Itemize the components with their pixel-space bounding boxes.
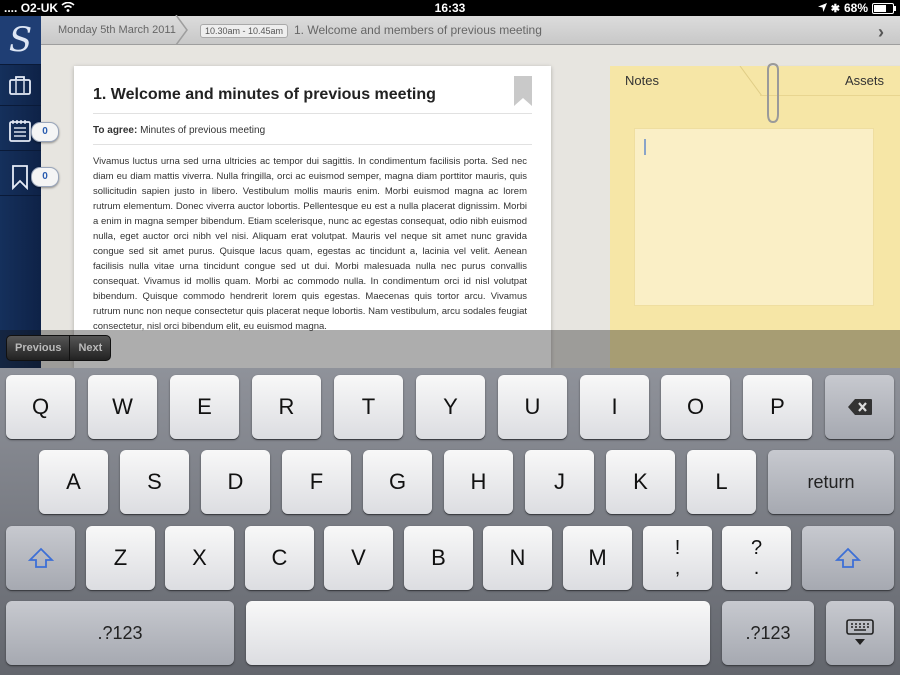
numbers-key-right[interactable]: .?123: [722, 601, 814, 665]
next-button[interactable]: Next: [70, 336, 110, 360]
key-h[interactable]: H: [444, 450, 513, 514]
location-icon: [817, 1, 827, 15]
space-key[interactable]: [246, 601, 710, 665]
key-top-glyph: ?: [750, 537, 763, 559]
key-b[interactable]: B: [404, 526, 473, 590]
key-question-period[interactable]: ?.: [722, 526, 791, 590]
backspace-icon: [847, 399, 872, 415]
key-s[interactable]: S: [120, 450, 189, 514]
sidebar-item-briefcase[interactable]: [0, 65, 41, 106]
key-r[interactable]: R: [252, 375, 321, 439]
key-n[interactable]: N: [483, 526, 552, 590]
next-item-chevron-icon[interactable]: ›: [878, 22, 884, 43]
key-k[interactable]: K: [606, 450, 675, 514]
agenda-count-badge: 0: [31, 122, 59, 142]
key-d[interactable]: D: [201, 450, 270, 514]
text-cursor: [644, 139, 646, 155]
sidebar: S: [0, 16, 41, 368]
notes-textarea[interactable]: [634, 128, 874, 306]
key-y[interactable]: Y: [416, 375, 485, 439]
battery-fill: [874, 4, 887, 12]
numbers-key-label: .?123: [745, 622, 791, 643]
document-body: Vivamus luctus urna sed urna ultricies a…: [93, 156, 527, 332]
keyboard-dismiss-icon: [846, 619, 874, 645]
agree-label: To agree:: [93, 125, 138, 136]
key-p[interactable]: P: [743, 375, 812, 439]
battery-icon: [872, 2, 896, 14]
key-a[interactable]: A: [39, 450, 108, 514]
document-title: 1. Welcome and minutes of previous meeti…: [93, 86, 436, 103]
status-bar: .... O2-UK 16:33 ✱ 68%: [0, 0, 900, 16]
key-w[interactable]: W: [88, 375, 157, 439]
key-f[interactable]: F: [282, 450, 351, 514]
key-bottom-glyph: ,: [674, 557, 681, 579]
key-u[interactable]: U: [498, 375, 567, 439]
bookmark-icon: [12, 165, 28, 190]
divider: [93, 113, 532, 114]
time-range-badge: 10.30am - 10.45am: [200, 24, 289, 38]
notes-tab[interactable]: Notes: [625, 73, 659, 88]
numbers-key-label: .?123: [97, 622, 143, 643]
agenda-document: 1. Welcome and minutes of previous meeti…: [74, 66, 551, 368]
return-key[interactable]: return: [768, 450, 894, 514]
agree-text: Minutes of previous meeting: [140, 125, 266, 136]
app-logo: S: [0, 16, 41, 65]
agenda-item-title: 1. Welcome and members of previous meeti…: [294, 23, 542, 37]
key-v[interactable]: V: [324, 526, 393, 590]
backspace-key[interactable]: [825, 375, 894, 439]
form-navigation: Previous Next: [6, 335, 112, 361]
notes-panel: Notes Assets: [610, 62, 900, 368]
agree-line: To agree: Minutes of previous meeting: [93, 125, 265, 136]
key-m[interactable]: M: [563, 526, 632, 590]
key-top-glyph: !: [674, 537, 681, 559]
breadcrumb-separator-icon: [175, 15, 188, 45]
assets-tab-label[interactable]: Assets: [845, 73, 884, 88]
key-t[interactable]: T: [334, 375, 403, 439]
breadcrumb-bar: Monday 5th March 2011 10.30am - 10.45am …: [41, 15, 900, 45]
keyboard-dim-overlay: [0, 330, 900, 368]
shift-key-left[interactable]: [6, 526, 75, 590]
return-key-label: return: [807, 471, 855, 492]
briefcase-icon: [9, 76, 31, 95]
divider: [93, 144, 532, 145]
key-z[interactable]: Z: [86, 526, 155, 590]
notepad-icon: [9, 120, 31, 142]
previous-button[interactable]: Previous: [7, 336, 71, 360]
battery-percent: 68%: [843, 1, 868, 15]
onscreen-keyboard: Q W E R T Y U I O P A S D F G H J K L re…: [0, 368, 900, 675]
key-i[interactable]: I: [580, 375, 649, 439]
bookmark-count-badge: 0: [31, 167, 59, 187]
key-bottom-glyph: .: [753, 557, 760, 579]
key-g[interactable]: G: [363, 450, 432, 514]
key-exclamation-comma[interactable]: !,: [643, 526, 712, 590]
key-e[interactable]: E: [170, 375, 239, 439]
bluetooth-icon: ✱: [830, 2, 840, 15]
key-q[interactable]: Q: [6, 375, 75, 439]
bookmark-ribbon-icon[interactable]: [514, 76, 532, 106]
key-o[interactable]: O: [661, 375, 730, 439]
shift-key-right[interactable]: [802, 526, 894, 590]
key-c[interactable]: C: [245, 526, 314, 590]
key-l[interactable]: L: [687, 450, 756, 514]
key-x[interactable]: X: [165, 526, 234, 590]
paperclip-icon: [767, 62, 779, 124]
shift-arrow-icon: [835, 547, 861, 568]
clock: 16:33: [434, 1, 466, 15]
meeting-date[interactable]: Monday 5th March 2011: [58, 24, 176, 36]
status-right: ✱ 68%: [817, 1, 896, 15]
key-j[interactable]: J: [525, 450, 594, 514]
shift-arrow-icon: [27, 547, 54, 568]
hide-keyboard-key[interactable]: [826, 601, 894, 665]
numbers-key-left[interactable]: .?123: [6, 601, 234, 665]
